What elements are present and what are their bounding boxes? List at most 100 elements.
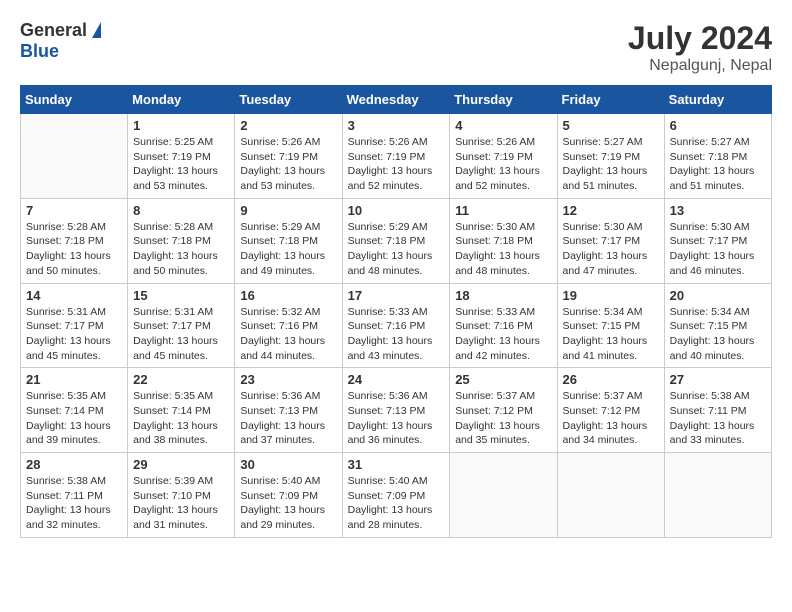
daylight-line1: Daylight: 13 hours — [133, 419, 229, 434]
day-number: 5 — [563, 118, 659, 133]
daylight-line1: Daylight: 13 hours — [348, 249, 445, 264]
sunset-text: Sunset: 7:11 PM — [26, 489, 122, 504]
daylight-line2: and 29 minutes. — [240, 518, 336, 533]
day-number: 4 — [455, 118, 551, 133]
daylight-line1: Daylight: 13 hours — [563, 419, 659, 434]
day-info: Sunrise: 5:36 AMSunset: 7:13 PMDaylight:… — [240, 389, 336, 448]
daylight-line2: and 34 minutes. — [563, 433, 659, 448]
daylight-line1: Daylight: 13 hours — [348, 503, 445, 518]
daylight-line2: and 43 minutes. — [348, 349, 445, 364]
weekday-header-tuesday: Tuesday — [235, 86, 342, 114]
daylight-line1: Daylight: 13 hours — [240, 164, 336, 179]
day-number: 14 — [26, 288, 122, 303]
daylight-line1: Daylight: 13 hours — [26, 249, 122, 264]
daylight-line2: and 52 minutes. — [348, 179, 445, 194]
day-cell: 31 Sunrise: 5:40 AMSunset: 7:09 PMDayligh… — [342, 453, 450, 538]
daylight-line2: and 36 minutes. — [348, 433, 445, 448]
daylight-line2: and 35 minutes. — [455, 433, 551, 448]
day-cell: 11Sunrise: 5:30 AMSunset: 7:18 PMDayligh… — [450, 198, 557, 283]
day-info: Sunrise: 5:29 AMSunset: 7:18 PMDaylight:… — [240, 220, 336, 279]
day-cell: 24 Sunrise: 5:36 AMSunset: 7:13 PMDayligh… — [342, 368, 450, 453]
day-info: Sunrise: 5:36 AMSunset: 7:13 PMDaylight:… — [348, 389, 445, 448]
sunset-text: Sunset: 7:14 PM — [26, 404, 122, 419]
sunrise-text: Sunrise: 5:35 AM — [133, 389, 229, 404]
sunset-text: Sunset: 7:14 PM — [133, 404, 229, 419]
day-number: 25 — [455, 372, 551, 387]
day-cell: 30Sunrise: 5:40 AMSunset: 7:09 PMDayligh… — [235, 453, 342, 538]
sunset-text: Sunset: 7:18 PM — [240, 234, 336, 249]
daylight-line1: Daylight: 13 hours — [133, 503, 229, 518]
sunset-text: Sunset: 7:18 PM — [455, 234, 551, 249]
daylight-line2: and 41 minutes. — [563, 349, 659, 364]
week-row-5: 28Sunrise: 5:38 AMSunset: 7:11 PMDayligh… — [21, 453, 772, 538]
sunrise-text: Sunrise: 5:30 AM — [563, 220, 659, 235]
sunrise-text: Sunrise: 5:39 AM — [133, 474, 229, 489]
weekday-header-saturday: Saturday — [664, 86, 771, 114]
sunset-text: Sunset: 7:19 PM — [455, 150, 551, 165]
sunset-text: Sunset: 7:18 PM — [348, 234, 445, 249]
daylight-line1: Daylight: 13 hours — [455, 249, 551, 264]
day-number: 31 — [348, 457, 445, 472]
week-row-1: 1Sunrise: 5:25 AMSunset: 7:19 PMDaylight… — [21, 114, 772, 199]
day-number: 27 — [670, 372, 766, 387]
day-cell: 17Sunrise: 5:33 AMSunset: 7:16 PMDayligh… — [342, 283, 450, 368]
daylight-line2: and 42 minutes. — [455, 349, 551, 364]
day-number: 13 — [670, 203, 766, 218]
daylight-line1: Daylight: 13 hours — [133, 334, 229, 349]
day-info: Sunrise: 5:33 AMSunset: 7:16 PMDaylight:… — [348, 305, 445, 364]
sunrise-text: Sunrise: 5:30 AM — [670, 220, 766, 235]
sunrise-text: Sunrise: 5:34 AM — [563, 305, 659, 320]
day-info: Sunrise: 5:37 AMSunset: 7:12 PMDaylight:… — [563, 389, 659, 448]
day-number: 24 — [348, 372, 445, 387]
sunrise-text: Sunrise: 5:38 AM — [670, 389, 766, 404]
day-info: Sunrise: 5:26 AMSunset: 7:19 PMDaylight:… — [240, 135, 336, 194]
weekday-header-friday: Friday — [557, 86, 664, 114]
daylight-line1: Daylight: 13 hours — [348, 334, 445, 349]
day-cell: 10Sunrise: 5:29 AMSunset: 7:18 PMDayligh… — [342, 198, 450, 283]
location-subtitle: Nepalgunj, Nepal — [628, 57, 772, 75]
day-info: Sunrise: 5:28 AMSunset: 7:18 PMDaylight:… — [26, 220, 122, 279]
sunset-text: Sunset: 7:18 PM — [670, 150, 766, 165]
day-info: Sunrise: 5:38 AMSunset: 7:11 PMDaylight:… — [26, 474, 122, 533]
daylight-line2: and 51 minutes. — [563, 179, 659, 194]
day-number: 7 — [26, 203, 122, 218]
day-cell — [21, 114, 128, 199]
sunrise-text: Sunrise: 5:40 AM — [240, 474, 336, 489]
day-cell: 5Sunrise: 5:27 AMSunset: 7:19 PMDaylight… — [557, 114, 664, 199]
day-number: 30 — [240, 457, 336, 472]
day-info: Sunrise: 5:25 AMSunset: 7:19 PMDaylight:… — [133, 135, 229, 194]
day-cell: 12Sunrise: 5:30 AMSunset: 7:17 PMDayligh… — [557, 198, 664, 283]
weekday-header-wednesday: Wednesday — [342, 86, 450, 114]
day-number: 26 — [563, 372, 659, 387]
day-cell: 13Sunrise: 5:30 AMSunset: 7:17 PMDayligh… — [664, 198, 771, 283]
daylight-line2: and 45 minutes. — [26, 349, 122, 364]
logo-triangle-icon — [92, 22, 101, 38]
sunrise-text: Sunrise: 5:26 AM — [455, 135, 551, 150]
sunrise-text: Sunrise: 5:40 AM — [348, 474, 445, 489]
day-number: 18 — [455, 288, 551, 303]
daylight-line1: Daylight: 13 hours — [670, 419, 766, 434]
daylight-line2: and 31 minutes. — [133, 518, 229, 533]
daylight-line1: Daylight: 13 hours — [133, 249, 229, 264]
day-cell: 3Sunrise: 5:26 AMSunset: 7:19 PMDaylight… — [342, 114, 450, 199]
day-number: 20 — [670, 288, 766, 303]
day-cell — [664, 453, 771, 538]
day-cell: 29Sunrise: 5:39 AMSunset: 7:10 PMDayligh… — [128, 453, 235, 538]
sunset-text: Sunset: 7:19 PM — [563, 150, 659, 165]
daylight-line1: Daylight: 13 hours — [670, 249, 766, 264]
daylight-line1: Daylight: 13 hours — [240, 419, 336, 434]
day-number: 23 — [240, 372, 336, 387]
sunset-text: Sunset: 7:13 PM — [240, 404, 336, 419]
day-number: 3 — [348, 118, 445, 133]
sunset-text: Sunset: 7:19 PM — [133, 150, 229, 165]
sunrise-text: Sunrise: 5:36 AM — [240, 389, 336, 404]
daylight-line2: and 47 minutes. — [563, 264, 659, 279]
daylight-line2: and 32 minutes. — [26, 518, 122, 533]
day-number: 22 — [133, 372, 229, 387]
sunrise-text: Sunrise: 5:25 AM — [133, 135, 229, 150]
sunset-text: Sunset: 7:11 PM — [670, 404, 766, 419]
day-info: Sunrise: 5:31 AMSunset: 7:17 PMDaylight:… — [26, 305, 122, 364]
sunset-text: Sunset: 7:09 PM — [348, 489, 445, 504]
day-info: Sunrise: 5:40 AMSunset: 7:09 PMDaylight:… — [348, 474, 445, 533]
daylight-line2: and 49 minutes. — [240, 264, 336, 279]
